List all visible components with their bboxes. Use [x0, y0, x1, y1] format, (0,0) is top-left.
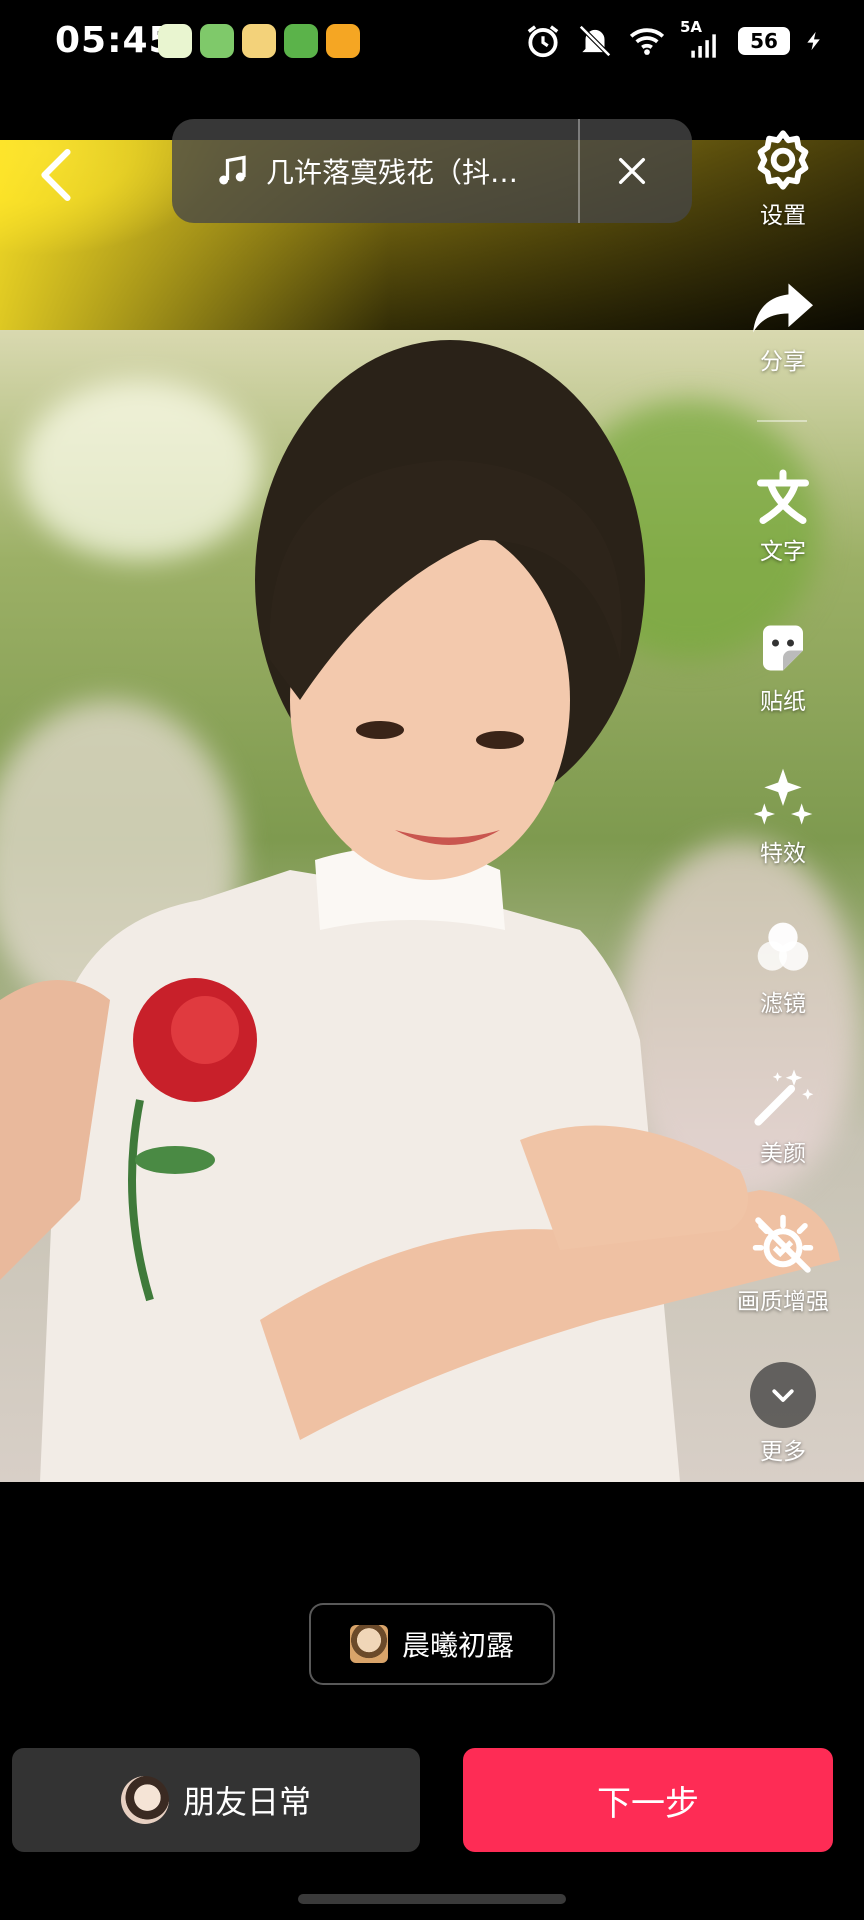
beauty-button[interactable]: 美颜	[708, 1064, 858, 1168]
status-time: 05:45	[55, 20, 175, 61]
sparkles-icon	[753, 768, 813, 825]
enhance-label: 画质增强	[737, 1289, 829, 1315]
effects-button[interactable]: 特效	[708, 766, 858, 868]
home-indicator[interactable]	[298, 1894, 566, 1904]
filter-circles-icon	[757, 922, 809, 971]
settings-button[interactable]: 设置	[708, 128, 858, 230]
text-button[interactable]: 文字	[708, 468, 858, 566]
avatar	[120, 1776, 169, 1824]
music-note-icon	[219, 155, 246, 185]
next-step-button[interactable]: 下一步	[463, 1748, 833, 1852]
magic-wand-icon	[754, 1069, 814, 1126]
alipay-icon	[158, 24, 192, 58]
template-label: 晨曦初露	[401, 1629, 514, 1662]
friends-daily-button[interactable]: 朋友日常	[12, 1748, 420, 1852]
filter-label: 滤镜	[760, 991, 806, 1017]
gear-icon	[757, 130, 809, 190]
more-button[interactable]: 更多	[708, 1362, 858, 1466]
text-label: 文字	[760, 539, 806, 565]
beauty-label: 美颜	[760, 1141, 806, 1167]
app-orange-icon	[326, 24, 360, 58]
notification-app-icons	[158, 24, 360, 58]
template-chip[interactable]: 晨曦初露	[309, 1603, 555, 1685]
sticker-button[interactable]: 贴纸	[708, 618, 858, 716]
weibo-icon	[242, 24, 276, 58]
toolbar-divider	[757, 420, 807, 422]
edit-toolbar: 设置 分享 文字 贴纸 特效 滤镜 美颜 画质增强 更多	[708, 0, 858, 1500]
app-green-icon	[284, 24, 318, 58]
friends-daily-label: 朋友日常	[182, 1783, 311, 1821]
enhance-button[interactable]: 画质增强	[708, 1212, 858, 1316]
chevron-down-icon	[750, 1362, 816, 1428]
text-icon	[757, 469, 809, 524]
filter-button[interactable]: 滤镜	[708, 916, 858, 1018]
remove-music-button[interactable]	[580, 119, 684, 223]
more-label: 更多	[760, 1439, 806, 1465]
wifi-icon	[629, 28, 665, 55]
sticker-icon	[763, 625, 803, 671]
share-button[interactable]: 分享	[708, 278, 858, 376]
close-icon	[618, 157, 646, 185]
template-thumbnail	[349, 1625, 388, 1663]
sticker-label: 贴纸	[760, 689, 806, 715]
alarm-icon	[527, 25, 559, 58]
share-arrow-icon	[753, 283, 813, 333]
wechat-style-icon	[200, 24, 234, 58]
share-label: 分享	[760, 349, 806, 375]
effects-label: 特效	[760, 841, 806, 867]
music-selector[interactable]: 几许落寞残花（抖…	[172, 119, 692, 223]
settings-label: 设置	[760, 203, 806, 229]
back-button[interactable]	[32, 145, 82, 205]
music-title: 几许落寞残花（抖…	[266, 156, 519, 189]
enhance-disabled-icon	[752, 1214, 814, 1273]
mute-icon	[579, 25, 611, 57]
